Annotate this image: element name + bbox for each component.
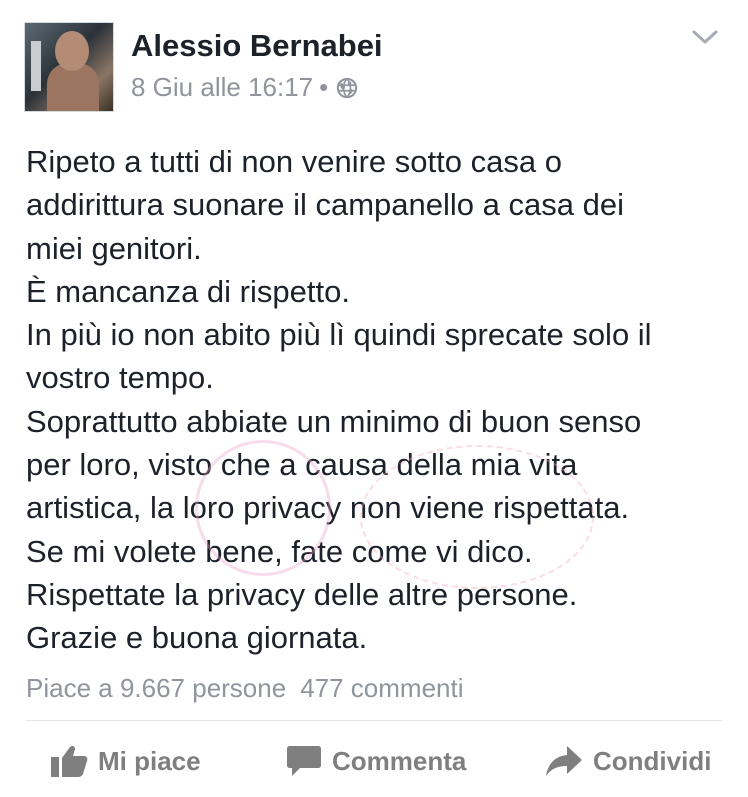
comment-label: Commenta — [332, 745, 467, 776]
globe-icon — [337, 77, 358, 98]
divider — [26, 720, 722, 721]
avatar[interactable] — [24, 22, 114, 112]
facebook-post: Alessio Bernabei 8 Giu alle 16:17 • Ripe… — [0, 0, 748, 797]
share-label: Condividi — [593, 745, 712, 776]
watermark-seal — [195, 440, 331, 576]
post-stats: Piace a 9.667 persone 477 commenti — [26, 673, 464, 704]
like-label: Mi piace — [98, 745, 201, 776]
share-arrow-icon — [546, 746, 582, 776]
comment-bubble-icon — [287, 746, 321, 776]
post-text: Ripeto a tutti di non venire sotto casa … — [26, 144, 652, 656]
share-button[interactable]: Condividi — [545, 730, 711, 792]
action-bar: Mi piace Commenta Condividi — [0, 730, 748, 792]
chevron-down-icon[interactable] — [690, 28, 720, 48]
comments-count[interactable]: 477 commenti — [300, 673, 463, 704]
like-button[interactable]: Mi piace — [50, 730, 201, 792]
post-meta: 8 Giu alle 16:17 • — [131, 72, 358, 103]
likes-count[interactable]: Piace a 9.667 persone — [26, 673, 286, 704]
post-timestamp[interactable]: 8 Giu alle 16:17 — [131, 72, 313, 103]
comment-button[interactable]: Commenta — [286, 730, 466, 792]
meta-separator: • — [319, 72, 329, 102]
thumbs-up-icon — [51, 745, 88, 777]
watermark-decoration — [360, 445, 594, 589]
author-name[interactable]: Alessio Bernabei — [131, 28, 383, 64]
